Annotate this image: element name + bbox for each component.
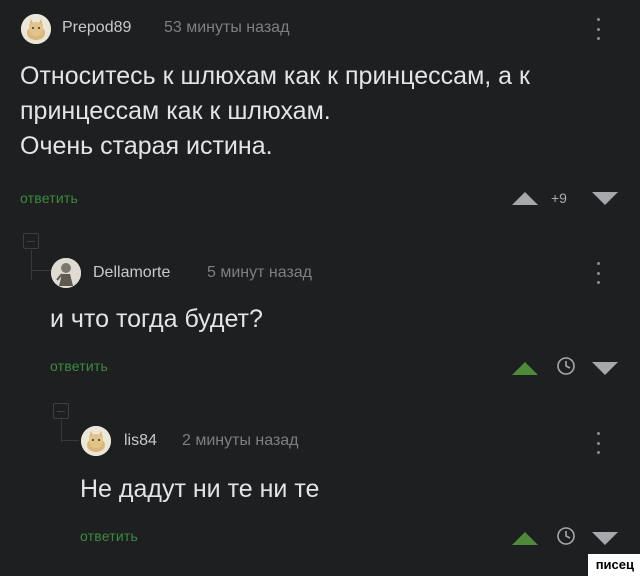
author-name[interactable]: Prepod89: [62, 19, 131, 37]
avatar[interactable]: [81, 426, 111, 456]
rating-score: +9: [551, 190, 567, 206]
avatar[interactable]: [21, 14, 51, 44]
comment-time[interactable]: 5 минут назад: [207, 264, 312, 282]
comment-text: Относитесь к шлюхам как к принцессам, а …: [20, 62, 530, 160]
more-options-icon[interactable]: [593, 262, 603, 284]
more-options-icon[interactable]: [593, 432, 603, 454]
thread-branch-1: [31, 270, 51, 271]
thread-branch-2: [61, 440, 79, 441]
reply-button[interactable]: ответить: [20, 190, 78, 206]
comment-text: Не дадут ни те ни те: [80, 475, 320, 503]
upvote-arrow-icon[interactable]: [512, 192, 538, 205]
watermark-label: писец: [587, 554, 640, 576]
comment-time[interactable]: 53 минуты назад: [164, 19, 289, 37]
avatar-cat-icon: [21, 14, 51, 44]
author-name[interactable]: lis84: [124, 432, 157, 450]
collapse-thread-1-button[interactable]: [23, 233, 39, 249]
avatar-cat-icon: [81, 426, 111, 456]
reply-button[interactable]: ответить: [50, 358, 108, 374]
upvote-arrow-icon[interactable]: [512, 362, 538, 375]
downvote-arrow-icon[interactable]: [592, 192, 618, 205]
thread-line-1: [31, 250, 32, 280]
downvote-arrow-icon[interactable]: [592, 362, 618, 375]
thread-line-2: [61, 420, 62, 442]
collapse-thread-2-button[interactable]: [53, 403, 69, 419]
clock-icon: [557, 527, 575, 545]
avatar-figure-icon: [51, 258, 81, 288]
comment-text: и что тогда будет?: [50, 305, 263, 333]
more-options-icon[interactable]: [593, 18, 603, 40]
upvote-arrow-icon[interactable]: [512, 532, 538, 545]
avatar[interactable]: [51, 258, 81, 288]
comment-time[interactable]: 2 минуты назад: [182, 432, 299, 450]
downvote-arrow-icon[interactable]: [592, 532, 618, 545]
reply-button[interactable]: ответить: [80, 528, 138, 544]
clock-icon: [557, 357, 575, 375]
author-name[interactable]: Dellamorte: [93, 264, 170, 282]
comments-thread: Prepod89 53 минуты назад Относитесь к шл…: [0, 0, 640, 576]
